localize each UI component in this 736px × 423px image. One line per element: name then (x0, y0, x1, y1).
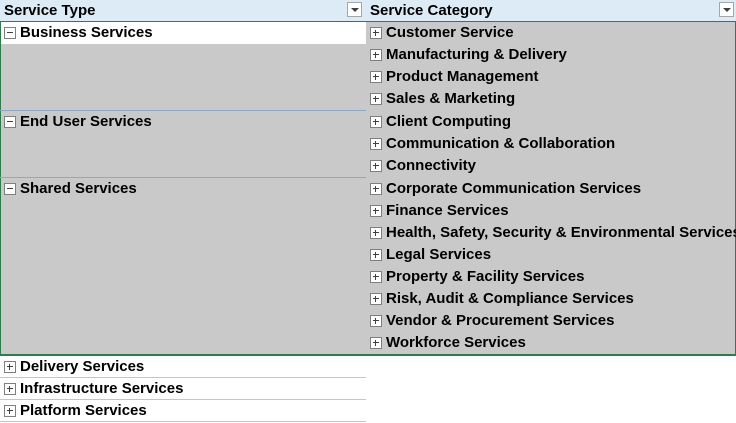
expand-plus-icon[interactable] (370, 315, 382, 327)
category-item[interactable]: Property & Facility Services (370, 266, 584, 288)
row-infrastructure-services[interactable]: Infrastructure Services (4, 378, 183, 400)
expand-plus-icon[interactable] (4, 383, 16, 395)
header-service-type[interactable]: Service Type (0, 0, 366, 21)
row-label: Delivery Services (20, 358, 145, 375)
category-item[interactable]: Manufacturing & Delivery (370, 44, 567, 66)
filter-dropdown-icon[interactable] (347, 2, 362, 17)
expand-plus-icon[interactable] (370, 116, 382, 128)
category-item[interactable]: Risk, Audit & Compliance Services (370, 288, 634, 310)
row-label: End User Services (20, 113, 152, 130)
category-item[interactable]: Health, Safety, Security & Environmental… (370, 222, 736, 244)
expand-plus-icon[interactable] (370, 183, 382, 195)
filter-dropdown-icon[interactable] (719, 2, 734, 17)
header-service-category[interactable]: Service Category (366, 0, 736, 21)
expand-plus-icon[interactable] (370, 93, 382, 105)
pivot-table: Service Type Service Category Business S… (0, 0, 736, 423)
expand-plus-icon[interactable] (4, 405, 16, 417)
row-separator (0, 421, 366, 422)
expand-plus-icon[interactable] (370, 49, 382, 61)
pivot-header: Service Type Service Category (0, 0, 736, 22)
category-item[interactable]: Workforce Services (370, 332, 526, 354)
expand-plus-icon[interactable] (370, 27, 382, 39)
expand-plus-icon[interactable] (370, 249, 382, 261)
row-label: Shared Services (20, 180, 137, 197)
category-item[interactable]: Client Computing (370, 111, 511, 133)
category-item[interactable]: Corporate Communication Services (370, 178, 641, 200)
expanded-groups: Business Services Customer Service Manuf… (0, 22, 736, 354)
expand-plus-icon[interactable] (370, 138, 382, 150)
expand-plus-icon[interactable] (370, 293, 382, 305)
expand-plus-icon[interactable] (370, 160, 382, 172)
category-item[interactable]: Connectivity (370, 155, 476, 177)
category-item[interactable]: Communication & Collaboration (370, 133, 615, 155)
expand-plus-icon[interactable] (370, 205, 382, 217)
row-label: Infrastructure Services (20, 380, 184, 397)
row-shared-services[interactable]: Shared Services (4, 178, 137, 200)
category-item[interactable]: Product Management (370, 66, 539, 88)
row-label: Business Services (20, 24, 153, 41)
expand-plus-icon[interactable] (370, 337, 382, 349)
collapse-minus-icon[interactable] (4, 27, 16, 39)
row-delivery-services[interactable]: Delivery Services (4, 356, 144, 378)
expand-plus-icon[interactable] (370, 71, 382, 83)
category-item[interactable]: Legal Services (370, 244, 491, 266)
category-item[interactable]: Customer Service (370, 22, 514, 44)
category-item[interactable]: Finance Services (370, 200, 509, 222)
expand-plus-icon[interactable] (370, 227, 382, 239)
category-item[interactable]: Vendor & Procurement Services (370, 310, 614, 332)
frame-border (0, 22, 1, 354)
expand-plus-icon[interactable] (370, 271, 382, 283)
collapse-minus-icon[interactable] (4, 183, 16, 195)
row-business-services[interactable]: Business Services (4, 22, 153, 44)
row-platform-services[interactable]: Platform Services (4, 400, 147, 422)
collapse-minus-icon[interactable] (4, 116, 16, 128)
expand-plus-icon[interactable] (4, 361, 16, 373)
row-end-user-services[interactable]: End User Services (4, 111, 152, 133)
category-item[interactable]: Sales & Marketing (370, 88, 515, 110)
row-label: Platform Services (20, 402, 147, 419)
